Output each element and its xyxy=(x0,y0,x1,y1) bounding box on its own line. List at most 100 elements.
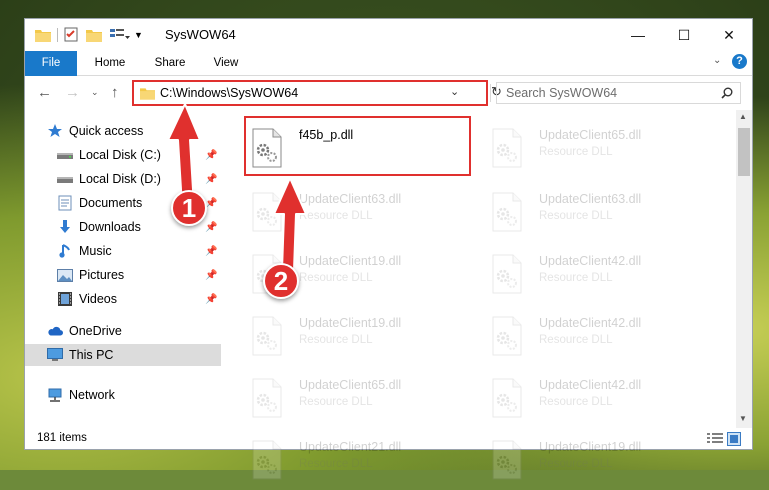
sidebar-label: Videos xyxy=(79,292,117,306)
dll-file-icon xyxy=(492,378,522,418)
customize-toolbar-icon[interactable] xyxy=(110,28,130,42)
file-item[interactable]: UpdateClient42.dll Resource DLL xyxy=(487,312,717,366)
sidebar-label: Local Disk (C:) xyxy=(79,148,161,162)
file-type: Resource DLL xyxy=(299,458,373,470)
sidebar-label: Network xyxy=(69,388,115,402)
file-type: Resource DLL xyxy=(299,334,373,346)
sidebar-item-this-pc[interactable]: This PC xyxy=(25,344,221,366)
file-name: UpdateClient19.dll xyxy=(299,254,402,268)
scrollbar-thumb[interactable] xyxy=(738,128,750,176)
file-type: Resource DLL xyxy=(539,458,613,470)
address-path: C:\Windows\SysWOW64 xyxy=(160,86,299,100)
folder-icon[interactable] xyxy=(35,28,51,42)
step-2-badge: 2 xyxy=(263,263,299,299)
dll-file-icon xyxy=(492,128,522,168)
drive-icon xyxy=(57,147,73,163)
file-item[interactable]: UpdateClient42.dll Resource DLL xyxy=(487,250,717,304)
quick-access-toolbar: ▼ xyxy=(35,27,143,42)
explorer-window: ▼ SysWOW64 — ☐ ✕ File Home Share View ⌄ … xyxy=(24,18,753,480)
help-icon[interactable]: ? xyxy=(732,54,747,69)
dll-file-icon xyxy=(252,378,282,418)
properties-icon[interactable] xyxy=(64,27,78,42)
dll-file-icon xyxy=(252,316,282,356)
maximize-button[interactable]: ☐ xyxy=(661,19,707,51)
sidebar-label: Local Disk (D:) xyxy=(79,172,161,186)
file-highlight-box xyxy=(244,116,471,176)
file-type: Resource DLL xyxy=(539,334,613,346)
status-bar: 181 items xyxy=(25,429,752,449)
scroll-down-icon[interactable]: ▼ xyxy=(739,414,747,423)
tab-view[interactable]: View xyxy=(203,51,249,75)
search-input[interactable]: Search SysWOW64 xyxy=(496,82,741,104)
up-arrow-icon[interactable]: ↑ xyxy=(111,84,119,101)
pin-icon[interactable]: 📌 xyxy=(205,246,217,257)
sidebar-label: Music xyxy=(79,244,112,258)
large-icons-view-icon[interactable] xyxy=(727,432,741,446)
file-name: UpdateClient42.dll xyxy=(539,378,642,392)
new-folder-icon[interactable] xyxy=(86,28,102,42)
file-name: UpdateClient63.dll xyxy=(299,192,402,206)
search-placeholder: Search SysWOW64 xyxy=(506,86,618,100)
title-bar: ▼ SysWOW64 — ☐ ✕ xyxy=(25,19,752,51)
network-icon xyxy=(47,387,63,403)
scroll-up-icon[interactable]: ▲ xyxy=(739,112,747,121)
close-button[interactable]: ✕ xyxy=(706,19,752,51)
file-name: UpdateClient42.dll xyxy=(539,316,642,330)
minimize-button[interactable]: — xyxy=(615,19,661,51)
file-type: Resource DLL xyxy=(539,210,613,222)
file-name: UpdateClient65.dll xyxy=(539,128,642,142)
file-item[interactable]: UpdateClient19.dll Resource DLL xyxy=(247,312,477,366)
file-item[interactable]: UpdateClient42.dll Resource DLL xyxy=(487,374,717,428)
arrow-to-file xyxy=(273,177,307,271)
cloud-icon xyxy=(47,323,63,339)
sidebar-item-network[interactable]: Network xyxy=(25,384,221,406)
dll-file-icon xyxy=(492,316,522,356)
folder-icon xyxy=(140,88,155,100)
pictures-icon xyxy=(57,267,73,283)
sidebar-label: This PC xyxy=(69,348,114,362)
sidebar-label: Quick access xyxy=(69,124,144,138)
sidebar-item-pictures[interactable]: Pictures 📌 xyxy=(25,264,221,286)
forward-arrow-icon[interactable]: → xyxy=(65,84,80,101)
toolbar-dropdown-icon[interactable]: ▼ xyxy=(134,30,143,40)
details-view-icon[interactable] xyxy=(707,433,723,445)
sidebar-label: OneDrive xyxy=(69,324,122,338)
back-arrow-icon[interactable]: ← xyxy=(37,84,52,101)
item-count: 181 items xyxy=(37,432,87,444)
file-name: UpdateClient65.dll xyxy=(299,378,402,392)
file-type: Resource DLL xyxy=(539,396,613,408)
sidebar-label: Documents xyxy=(79,196,143,210)
pin-icon[interactable]: 📌 xyxy=(205,270,217,281)
search-icon[interactable] xyxy=(721,87,733,99)
file-name: UpdateClient19.dll xyxy=(299,316,402,330)
step-1-badge: 1 xyxy=(171,190,207,226)
tab-share[interactable]: Share xyxy=(145,51,195,75)
file-item[interactable]: UpdateClient63.dll Resource DLL xyxy=(487,188,717,242)
toolbar-divider xyxy=(57,27,58,42)
pin-icon[interactable]: 📌 xyxy=(205,222,217,233)
music-icon xyxy=(57,243,73,259)
sidebar-item-onedrive[interactable]: OneDrive xyxy=(25,320,221,342)
sidebar-item-videos[interactable]: Videos 📌 xyxy=(25,288,221,310)
pin-icon[interactable]: 📌 xyxy=(205,294,217,305)
navigation-bar: ← → ⌄ ↑ C:\Windows\SysWOW64 ⌄ ↻ Search S… xyxy=(25,76,752,110)
ribbon-tabs: File Home Share View ⌄ ? xyxy=(25,51,752,105)
download-icon xyxy=(57,219,73,235)
star-icon xyxy=(47,123,63,139)
dll-file-icon xyxy=(492,254,522,294)
vertical-scrollbar[interactable]: ▲ ▼ xyxy=(736,110,752,428)
window-title: SysWOW64 xyxy=(165,27,236,42)
file-item[interactable]: UpdateClient65.dll Resource DLL xyxy=(487,124,717,178)
sidebar-item-music[interactable]: Music 📌 xyxy=(25,240,221,262)
ribbon-expand-icon[interactable]: ⌄ xyxy=(713,55,721,66)
file-type: Resource DLL xyxy=(539,146,613,158)
recent-locations-icon[interactable]: ⌄ xyxy=(91,87,99,98)
file-item[interactable]: UpdateClient65.dll Resource DLL xyxy=(247,374,477,428)
tab-home[interactable]: Home xyxy=(85,51,135,75)
address-dropdown-icon[interactable]: ⌄ xyxy=(450,85,459,98)
computer-icon xyxy=(47,347,63,363)
file-name: UpdateClient42.dll xyxy=(539,254,642,268)
sidebar-label: Pictures xyxy=(79,268,125,282)
drive-icon xyxy=(57,171,73,187)
videos-icon xyxy=(57,291,73,307)
